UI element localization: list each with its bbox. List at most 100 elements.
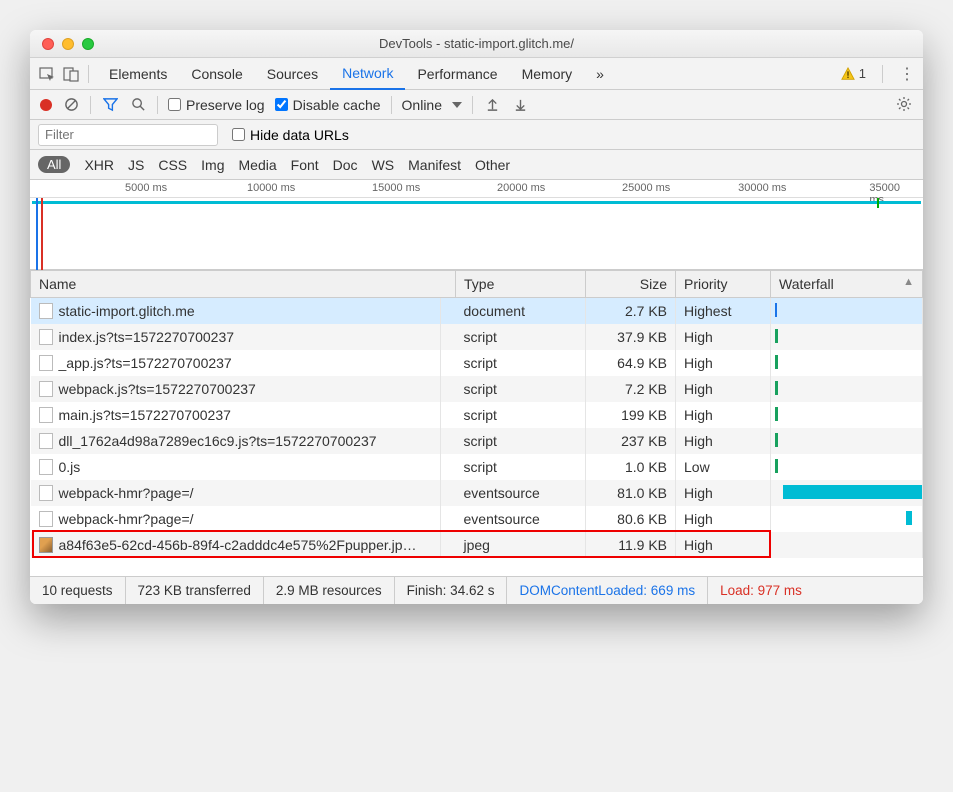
clear-icon[interactable] — [62, 96, 80, 114]
filter-other[interactable]: Other — [475, 157, 510, 173]
table-row[interactable]: webpack.js?ts=1572270700237script7.2 KBH… — [31, 376, 923, 402]
request-priority: High — [676, 428, 771, 454]
status-requests: 10 requests — [30, 577, 126, 604]
file-icon — [39, 407, 53, 423]
warning-count: 1 — [859, 66, 866, 81]
resource-type-filters: All XHR JS CSS Img Media Font Doc WS Man… — [30, 150, 923, 180]
request-size: 2.7 KB — [586, 298, 676, 325]
upload-har-icon[interactable] — [483, 96, 501, 114]
record-button[interactable] — [40, 99, 52, 111]
tab-performance[interactable]: Performance — [405, 58, 509, 90]
tab-sources[interactable]: Sources — [255, 58, 330, 90]
waterfall-cell — [771, 324, 923, 350]
warnings-badge[interactable]: 1 — [841, 66, 866, 81]
filter-media[interactable]: Media — [239, 157, 277, 173]
request-name: webpack.js?ts=1572270700237 — [59, 381, 256, 397]
request-priority: High — [676, 532, 771, 558]
request-size: 81.0 KB — [586, 480, 676, 506]
request-type: eventsource — [456, 480, 586, 506]
request-type: eventsource — [456, 506, 586, 532]
request-priority: Highest — [676, 298, 771, 325]
filter-doc[interactable]: Doc — [333, 157, 358, 173]
titlebar: DevTools - static-import.glitch.me/ — [30, 30, 923, 58]
filter-ws[interactable]: WS — [372, 157, 395, 173]
col-waterfall[interactable]: Waterfall▲ — [771, 271, 923, 298]
disable-cache-checkbox[interactable]: Disable cache — [275, 97, 381, 113]
request-name: _app.js?ts=1572270700237 — [59, 355, 232, 371]
tick-label: 10000 ms — [247, 182, 295, 194]
tab-memory[interactable]: Memory — [510, 58, 585, 90]
request-size: 199 KB — [586, 402, 676, 428]
kebab-menu-icon[interactable]: ⋮ — [899, 64, 915, 84]
request-type: script — [456, 402, 586, 428]
table-row[interactable]: a84f63e5-62cd-456b-89f4-c2adddc4e575%2Fp… — [31, 532, 923, 558]
request-name: webpack-hmr?page=/ — [59, 511, 194, 527]
table-row[interactable]: index.js?ts=1572270700237script37.9 KBHi… — [31, 324, 923, 350]
file-icon — [39, 329, 53, 345]
search-icon[interactable] — [129, 96, 147, 114]
chevron-down-icon — [452, 102, 462, 108]
hide-data-urls-checkbox[interactable]: Hide data URLs — [232, 127, 349, 143]
request-size: 37.9 KB — [586, 324, 676, 350]
settings-gear-icon[interactable] — [895, 95, 913, 113]
filter-icon[interactable] — [101, 96, 119, 114]
filter-input[interactable] — [38, 124, 218, 146]
status-finish: Finish: 34.62 s — [395, 577, 508, 604]
request-type: script — [456, 324, 586, 350]
request-name: webpack-hmr?page=/ — [59, 485, 194, 501]
col-type[interactable]: Type — [456, 271, 586, 298]
tick-label: 30000 ms — [738, 182, 786, 194]
tab-elements[interactable]: Elements — [97, 58, 179, 90]
throttling-select[interactable]: Online — [402, 97, 462, 113]
table-row[interactable]: dll_1762a4d98a7289ec16c9.js?ts=157227070… — [31, 428, 923, 454]
col-size[interactable]: Size — [586, 271, 676, 298]
tab-network[interactable]: Network — [330, 58, 405, 90]
request-priority: Low — [676, 454, 771, 480]
file-icon — [39, 537, 53, 553]
request-name: a84f63e5-62cd-456b-89f4-c2adddc4e575%2Fp… — [59, 537, 417, 553]
filter-xhr[interactable]: XHR — [84, 157, 114, 173]
filter-font[interactable]: Font — [291, 157, 319, 173]
filter-js[interactable]: JS — [128, 157, 144, 173]
device-toggle-icon[interactable] — [62, 65, 80, 83]
table-row[interactable]: main.js?ts=1572270700237script199 KBHigh — [31, 402, 923, 428]
request-priority: High — [676, 402, 771, 428]
filter-manifest[interactable]: Manifest — [408, 157, 461, 173]
filter-img[interactable]: Img — [201, 157, 224, 173]
table-row[interactable]: webpack-hmr?page=/eventsource80.6 KBHigh — [31, 506, 923, 532]
request-type: script — [456, 350, 586, 376]
inspect-icon[interactable] — [38, 65, 56, 83]
file-icon — [39, 303, 53, 319]
table-row[interactable]: static-import.glitch.medocument2.7 KBHig… — [31, 298, 923, 325]
table-row[interactable]: 0.jsscript1.0 KBLow — [31, 454, 923, 480]
tick-label: 15000 ms — [372, 182, 420, 194]
filter-css[interactable]: CSS — [158, 157, 187, 173]
request-priority: High — [676, 480, 771, 506]
download-har-icon[interactable] — [511, 96, 529, 114]
file-icon — [39, 433, 53, 449]
filter-all[interactable]: All — [38, 156, 70, 173]
tab-overflow[interactable]: » — [584, 58, 616, 90]
waterfall-cell — [771, 350, 923, 376]
tick-label: 5000 ms — [125, 182, 167, 194]
file-icon — [39, 459, 53, 475]
table-row[interactable]: _app.js?ts=1572270700237script64.9 KBHig… — [31, 350, 923, 376]
col-name[interactable]: Name — [31, 271, 456, 298]
waterfall-cell — [771, 480, 923, 506]
request-table: Name Type Size Priority Waterfall▲ stati… — [30, 270, 923, 576]
timeline-overview[interactable]: 5000 ms 10000 ms 15000 ms 20000 ms 25000… — [30, 180, 923, 270]
request-size: 7.2 KB — [586, 376, 676, 402]
status-domcontentloaded: DOMContentLoaded: 669 ms — [507, 577, 708, 604]
request-type: script — [456, 428, 586, 454]
request-type: jpeg — [456, 532, 586, 558]
status-transferred: 723 KB transferred — [126, 577, 264, 604]
request-name: index.js?ts=1572270700237 — [59, 329, 235, 345]
request-name: 0.js — [59, 459, 81, 475]
tab-console[interactable]: Console — [179, 58, 254, 90]
table-row[interactable]: webpack-hmr?page=/ eventsource81.0 KBHigh — [31, 480, 923, 506]
col-priority[interactable]: Priority — [676, 271, 771, 298]
status-bar: 10 requests 723 KB transferred 2.9 MB re… — [30, 576, 923, 604]
preserve-log-checkbox[interactable]: Preserve log — [168, 97, 265, 113]
file-icon — [39, 485, 53, 501]
request-priority: High — [676, 350, 771, 376]
